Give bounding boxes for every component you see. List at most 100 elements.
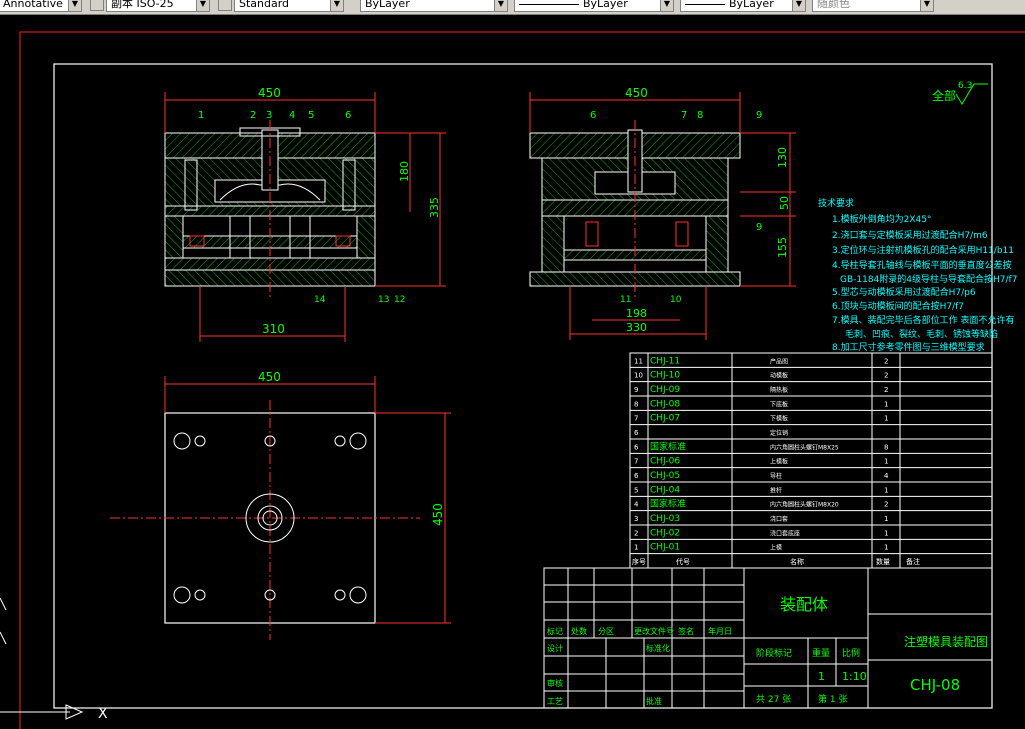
dim-style-value: 副本 ISO-25 xyxy=(111,0,174,10)
tech-req-item: 6.顶块与动模板间的配合按H7/f7 xyxy=(832,300,964,312)
plot-style-select[interactable]: 随颜色 ▼ xyxy=(812,0,934,12)
linetype-value: ByLayer xyxy=(583,0,628,10)
top-guide-hole xyxy=(349,432,367,450)
dim-side-width: 450 xyxy=(625,86,648,100)
table-style-icon[interactable] xyxy=(218,0,232,11)
bom-cell-qty: 1 xyxy=(884,458,888,466)
dim-style-icon[interactable] xyxy=(90,0,104,11)
balloon-label: 8 xyxy=(697,110,703,121)
balloon-label: 10 xyxy=(670,295,682,305)
chevron-down-icon[interactable]: ▼ xyxy=(920,0,933,11)
layer-color-select[interactable]: ByLayer ▼ xyxy=(360,0,508,12)
bom-cell-name: 下底板 xyxy=(770,400,788,408)
chevron-down-icon[interactable]: ▼ xyxy=(68,0,81,11)
bom-cell-code: CHJ-08 xyxy=(650,399,680,409)
bom-cell-no: 7 xyxy=(634,458,638,466)
bom-cell-code: CHJ-03 xyxy=(650,514,680,524)
tech-req-item: 5.型芯与动模板采用过渡配合H7/p6 xyxy=(832,286,976,298)
dim-style-select[interactable]: 副本 ISO-25 ▼ xyxy=(106,0,210,12)
chevron-down-icon[interactable]: ▼ xyxy=(196,0,209,11)
bom-cell-code: CHJ-07 xyxy=(650,414,680,424)
bom-cell-no: 6 xyxy=(634,472,639,480)
balloon-label: 5 xyxy=(308,110,314,121)
bom-cell-qty: 8 xyxy=(884,443,888,451)
tech-req-item: 3.定位环与注射机模板孔的配合采用H11/b11 xyxy=(832,244,1014,256)
lineweight-select[interactable]: ByLayer ▼ xyxy=(680,0,806,12)
front-view[interactable]: 450 310 180 335 1 2 3 4 5 6 14 13 12 xyxy=(164,86,446,342)
bom-header-qty: 数量 xyxy=(876,557,890,566)
bom-cell-qty: 4 xyxy=(884,472,889,480)
dim-front-width: 450 xyxy=(258,86,281,100)
linetype-sample xyxy=(519,3,579,5)
role-label: 审核 xyxy=(547,678,563,688)
table-style-select[interactable]: Standard ▼ xyxy=(234,0,344,12)
top-screw-hole xyxy=(334,589,346,601)
bom-cell-no: 2 xyxy=(634,529,638,537)
bom-cell-code: 国家标准 xyxy=(650,440,686,452)
drawing-title: 注塑模具装配图 xyxy=(904,634,988,649)
tech-req-item: 毛刺、凹痕、裂纹、毛刺、锈蚀等缺陷 xyxy=(845,328,998,340)
chevron-down-icon[interactable]: ▼ xyxy=(660,0,673,11)
text-style-select[interactable]: Annotative ▼ xyxy=(0,0,82,12)
bom-cell-qty: 1 xyxy=(884,515,888,523)
bom-cell-name: 定位销 xyxy=(770,429,788,437)
bom-header-code: 代号 xyxy=(676,557,690,566)
tech-req-item: GB-1184附录的4级导柱与导套配合按H7/f7 xyxy=(840,273,1017,285)
tech-req-title: 技术要求 xyxy=(818,197,854,209)
lineweight-sample xyxy=(685,3,725,5)
bom-cell-name: 浇口套底座 xyxy=(770,529,800,537)
roughness-label: 全部 xyxy=(932,88,956,103)
balloon-label: 2 xyxy=(250,110,256,121)
bom-cell-name: 上模板 xyxy=(770,458,788,466)
balloon-label: 11 xyxy=(620,295,631,305)
scale-value: 1:10 xyxy=(842,670,867,683)
roughness-symbol: 全部 6.3 xyxy=(932,81,988,105)
top-guide-hole xyxy=(349,586,367,604)
bom-cell-no: 6 xyxy=(634,443,639,451)
technical-requirements: 技术要求 1.模板外倒角均为2X45° 2.浇口套与定模板采用过渡配合H7/m6… xyxy=(818,197,1017,353)
side-bolt-left xyxy=(585,221,599,247)
weight-value: 1 xyxy=(818,670,825,683)
title-block-text: 装配体 注塑模具装配图 CHJ-08 阶段标记 重量 比例 1 1:10 共 2… xyxy=(547,595,988,706)
bom-cell-name: 产品图 xyxy=(770,357,788,365)
dim-side-h1: 130 xyxy=(776,147,789,168)
side-spacer-right xyxy=(705,215,729,273)
top-view[interactable]: 450 450 xyxy=(110,370,451,640)
bom-header-note: 备注 xyxy=(906,557,920,566)
rev-header: 标记 xyxy=(547,626,563,636)
bom-cell-qty: 1 xyxy=(884,529,888,537)
balloon-label: 9 xyxy=(756,110,762,121)
bom-cell-code: CHJ-10 xyxy=(650,371,680,381)
tech-req-item: 8.加工尺寸参考零件图与三维模型要求 xyxy=(832,341,985,353)
ucs-y-arrow xyxy=(0,597,7,645)
bom-cell-name: 动模板 xyxy=(770,372,788,380)
dim-side-h3: 155 xyxy=(776,237,789,258)
bom-cell-name: 推杆 xyxy=(770,486,782,494)
tech-req-item: 7.模具、装配完毕后各部位工作 表面不允许有 xyxy=(832,314,1014,326)
bom-cell-no: 11 xyxy=(634,357,643,365)
bom-cell-no: 5 xyxy=(634,486,638,494)
bom-cell-no: 7 xyxy=(634,415,638,423)
sheet-number: 第 1 张 xyxy=(818,693,847,705)
bom-cell-qty: 2 xyxy=(884,386,888,394)
bom-cell-name: 浇口套 xyxy=(770,515,788,523)
chevron-down-icon[interactable]: ▼ xyxy=(330,0,343,11)
side-view[interactable]: 450 130 50 155 198 330 6 7 8 9 9 11 10 xyxy=(529,86,796,340)
chevron-down-icon[interactable]: ▼ xyxy=(792,0,805,11)
bom-header-no: 序号 xyxy=(632,557,646,566)
chevron-down-icon[interactable]: ▼ xyxy=(494,0,507,11)
bom-cell-no: 10 xyxy=(634,372,643,380)
drawing-canvas[interactable]: 450 310 180 335 1 2 3 4 5 6 14 13 12 450… xyxy=(0,14,1025,729)
top-guide-hole xyxy=(173,586,191,604)
side-bolt-right xyxy=(675,221,689,247)
balloon-label: 9 xyxy=(756,222,762,233)
plot-style-value: 随颜色 xyxy=(817,0,850,10)
top-guide-hole xyxy=(173,432,191,450)
role-label: 工艺 xyxy=(547,697,563,706)
scale-label: 比例 xyxy=(842,647,860,659)
balloon-label: 6 xyxy=(590,110,596,121)
bom-cell-no: 9 xyxy=(634,386,638,394)
front-spacer-left xyxy=(164,215,184,259)
bom-cell-no: 6 xyxy=(634,429,639,437)
linetype-select[interactable]: ByLayer ▼ xyxy=(514,0,674,12)
